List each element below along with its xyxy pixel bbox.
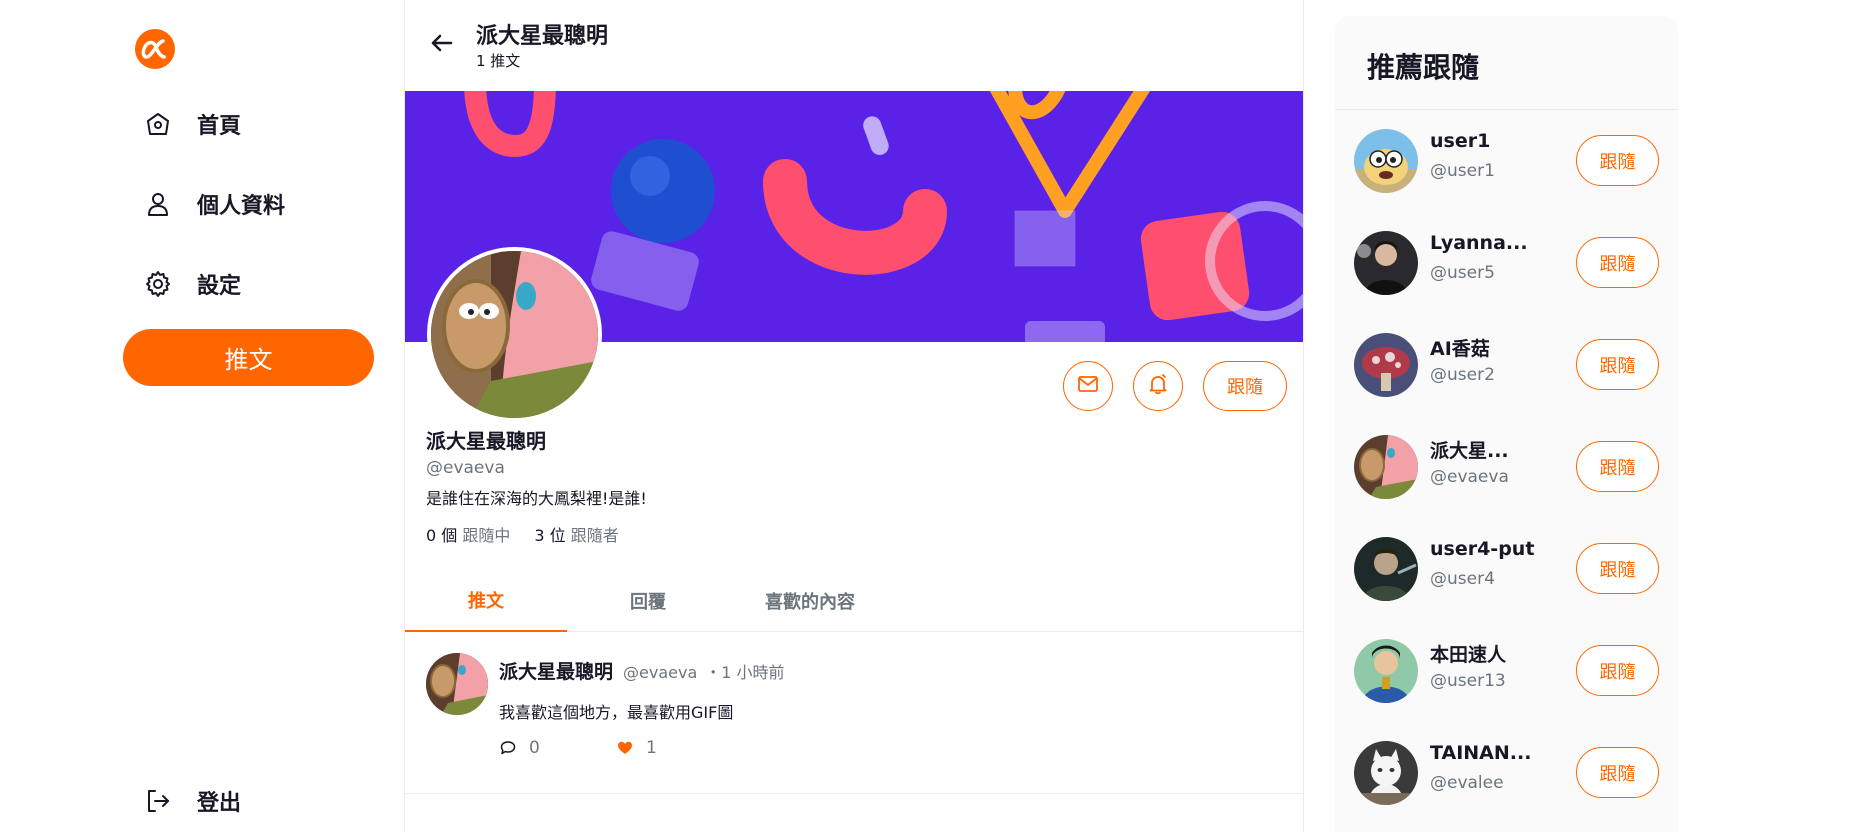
following-label: 跟隨中 <box>462 526 511 545</box>
tweet-time: ・1 小時前 <box>705 663 785 682</box>
heart-icon <box>616 739 634 757</box>
follow-button[interactable]: 跟隨 <box>1576 543 1659 594</box>
suggested-user-handle: @evaeva <box>1430 467 1509 487</box>
sidebar-item-settings[interactable]: 設定 <box>143 264 241 304</box>
suggested-user[interactable]: TAINAN... @evalee 跟隨 <box>1335 722 1678 824</box>
suggested-user[interactable]: user1 @user1 跟隨 <box>1335 110 1678 212</box>
reply-count: 0 <box>529 738 540 758</box>
sidebar-item-label: 個人資料 <box>197 194 286 219</box>
avatar[interactable] <box>1354 639 1418 703</box>
sidebar-item-label: 首頁 <box>197 114 242 139</box>
avatar[interactable] <box>1354 435 1418 499</box>
suggested-user-name[interactable]: user1 <box>1430 130 1490 152</box>
tab-likes[interactable]: 喜歡的內容 <box>729 570 891 632</box>
follow-button[interactable]: 跟隨 <box>1576 135 1659 186</box>
page-title: 派大星最聰明 <box>476 24 609 49</box>
profile-header: 派大星最聰明 1 推文 <box>405 0 1303 91</box>
gear-icon <box>143 269 173 299</box>
sidebar-item-label: 設定 <box>197 274 242 299</box>
suggested-user-handle: @user13 <box>1430 671 1506 691</box>
avatar[interactable] <box>1354 333 1418 397</box>
tweet-handle: @evaeva <box>623 663 698 682</box>
profile-bio: 是誰住在深海的大鳳梨裡!是誰! <box>426 489 647 508</box>
suggested-user-name[interactable]: AI香菇 <box>1430 334 1490 361</box>
tweet-button[interactable]: 推文 <box>123 329 374 386</box>
sidebar-item-profile[interactable]: 個人資料 <box>143 184 285 224</box>
suggested-user-handle: @user5 <box>1430 263 1495 283</box>
bell-icon <box>1146 372 1170 400</box>
suggested-user[interactable]: 本田速人 @user13 跟隨 <box>1335 620 1678 722</box>
follow-button[interactable]: 跟隨 <box>1576 339 1659 390</box>
sidebar-item-home[interactable]: 首頁 <box>143 104 241 144</box>
logout-label: 登出 <box>197 791 242 816</box>
logout-button[interactable]: 登出 <box>143 781 241 821</box>
avatar[interactable] <box>1354 741 1418 805</box>
profile-main: 派大星最聰明 1 推文 跟隨 派大星最聰明 @evaeva 是誰住在深海的大鳳梨… <box>404 0 1304 832</box>
follow-button[interactable]: 跟隨 <box>1576 645 1659 696</box>
following-link[interactable]: 0 個 跟隨中 <box>426 522 510 546</box>
comment-icon <box>499 739 517 757</box>
profile-tabs: 推文 回覆 喜歡的內容 <box>405 570 1303 632</box>
suggest-title: 推薦跟隨 <box>1367 51 1480 84</box>
following-count: 0 個 <box>426 526 458 545</box>
user-icon <box>143 189 173 219</box>
suggested-user[interactable]: AI香菇 @user2 跟隨 <box>1335 314 1678 416</box>
profile-name: 派大星最聰明 <box>426 429 546 453</box>
suggested-user-name[interactable]: user4-put <box>1430 538 1534 560</box>
suggested-user-handle: @user1 <box>1430 161 1495 181</box>
suggested-user[interactable]: Lyanna... @user5 跟隨 <box>1335 212 1678 314</box>
like-count: 1 <box>646 738 657 758</box>
like-button[interactable]: 1 <box>616 738 657 758</box>
avatar[interactable] <box>1354 537 1418 601</box>
followers-count: 3 位 <box>534 526 566 545</box>
follow-button[interactable]: 跟隨 <box>1576 441 1659 492</box>
left-sidebar: 首頁 個人資料 設定 推文 登出 <box>0 0 404 832</box>
profile-stats: 0 個 跟隨中 3 位 跟隨者 <box>426 522 643 546</box>
suggested-follows-panel: 推薦跟隨 user1 @user1 跟隨 Lyanna... @user5 跟隨… <box>1335 16 1678 832</box>
tweet-count: 1 推文 <box>476 52 521 70</box>
suggested-user-name[interactable]: Lyanna... <box>1430 232 1528 254</box>
suggested-user-name[interactable]: TAINAN... <box>1430 742 1531 764</box>
followers-link[interactable]: 3 位 跟隨者 <box>534 522 618 546</box>
tweet-text: 我喜歡這個地方，最喜歡用GIF圖 <box>499 703 734 722</box>
avatar[interactable] <box>1354 231 1418 295</box>
alpha-logo-icon[interactable] <box>134 28 176 70</box>
follow-button[interactable]: 跟隨 <box>1576 237 1659 288</box>
tweet-author[interactable]: 派大星最聰明 <box>499 657 613 684</box>
tweet-avatar[interactable] <box>426 653 488 715</box>
logout-icon <box>143 786 173 816</box>
home-icon <box>143 109 173 139</box>
tweet-actions: 0 1 <box>499 738 657 758</box>
tweet-header: 派大星最聰明 @evaeva ・1 小時前 <box>499 657 785 684</box>
suggested-user-handle: @evalee <box>1430 773 1504 793</box>
follow-button[interactable]: 跟隨 <box>1203 361 1287 411</box>
followers-label: 跟隨者 <box>570 526 619 545</box>
suggested-user-name[interactable]: 本田速人 <box>1430 640 1506 667</box>
tab-replies[interactable]: 回覆 <box>567 570 729 632</box>
reply-button[interactable]: 0 <box>499 738 616 758</box>
tab-tweets[interactable]: 推文 <box>405 570 567 632</box>
suggested-user[interactable]: 派大星... @evaeva 跟隨 <box>1335 416 1678 518</box>
mail-icon <box>1076 372 1100 400</box>
suggested-user-name[interactable]: 派大星... <box>1430 436 1509 463</box>
follow-button[interactable]: 跟隨 <box>1576 747 1659 798</box>
profile-handle: @evaeva <box>426 458 505 478</box>
avatar[interactable] <box>1354 129 1418 193</box>
message-button[interactable] <box>1063 361 1113 411</box>
suggested-user-handle: @user2 <box>1430 365 1495 385</box>
back-arrow-icon[interactable] <box>427 28 457 58</box>
notify-button[interactable] <box>1133 361 1183 411</box>
suggested-user-handle: @user4 <box>1430 569 1495 589</box>
tweet-item[interactable]: 派大星最聰明 @evaeva ・1 小時前 我喜歡這個地方，最喜歡用GIF圖 0 <box>405 632 1303 794</box>
profile-avatar[interactable] <box>427 247 602 422</box>
suggested-user[interactable]: user4-put @user4 跟隨 <box>1335 518 1678 620</box>
